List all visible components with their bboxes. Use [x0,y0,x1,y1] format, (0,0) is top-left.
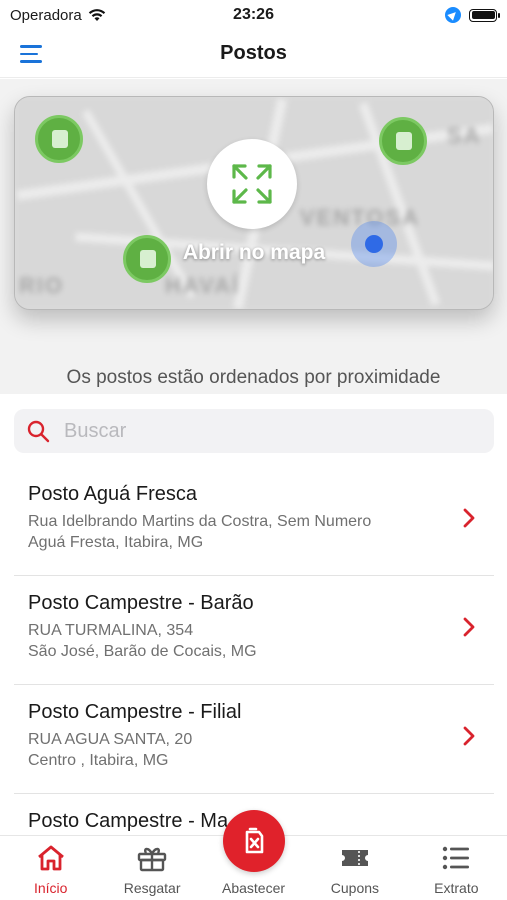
tab-label: Abastecer [221,880,286,896]
map-label-sa: SA [447,123,482,148]
search-placeholder: Buscar [64,419,127,442]
expand-arrows-icon [232,164,272,204]
location-arrow-icon [445,7,461,23]
navigation-bar: Postos [0,30,507,78]
station-address-line1: RUA AGUA SANTA, 20 [28,731,193,748]
open-map-label[interactable]: Abrir no mapa [15,241,493,265]
page-title: Postos [220,42,287,64]
station-map-pin [35,115,83,163]
station-name: Posto Campestre - Ma [28,810,229,832]
station-map-pin [379,117,427,165]
tab-label: Início [33,880,68,896]
chevron-right-icon [463,726,475,746]
status-left: Operadora [10,7,106,24]
chevron-right-icon [463,508,475,528]
tab-cupons[interactable]: Cupons [304,836,405,900]
station-address-line1: Rua Idelbrando Martins da Costra, Sem Nu… [28,513,372,530]
hamburger-menu-icon[interactable] [20,42,46,66]
list-icon [443,846,470,870]
status-bar: Operadora 23:26 [0,0,507,30]
station-name: Posto Aguá Fresca [28,483,197,505]
ticket-icon [341,850,368,866]
status-right [445,7,500,23]
search-input[interactable]: Buscar [14,409,494,453]
map-preview[interactable]: VENTOSA HAVAÍ RIO SA Abrir no mapa [14,96,494,310]
station-address-line2: Centro , Itabira, MG [28,752,169,769]
fuel-pump-button[interactable] [223,810,285,872]
wifi-icon [88,9,105,21]
battery-icon [469,8,500,22]
tab-resgatar[interactable]: Resgatar [101,836,202,900]
tab-inicio[interactable]: Início [0,836,101,900]
tab-label: Cupons [330,880,380,896]
list-item[interactable]: Posto Campestre - Filial RUA AGUA SANTA,… [14,685,494,794]
status-time: 23:26 [233,6,274,23]
station-address-line2: São José, Barão de Cocais, MG [28,643,257,660]
carrier-name: Operadora [10,6,82,24]
station-address-line2: Aguá Fresta, Itabira, MG [28,534,204,551]
gift-icon [137,847,167,872]
map-label-rio: RIO [19,273,65,298]
list-item[interactable]: Posto Aguá Fresca Rua Idelbrando Martins… [14,467,494,576]
search-icon [27,420,50,443]
station-name: Posto Campestre - Filial [28,701,242,723]
chevron-right-icon [463,617,475,637]
tab-label: Resgatar [123,880,181,896]
expand-map-button[interactable] [207,139,297,229]
station-name: Posto Campestre - Barão [28,592,254,614]
list-item[interactable]: Posto Campestre - Barão RUA TURMALINA, 3… [14,576,494,685]
fuel-pump-icon [245,827,264,854]
home-icon [37,845,64,871]
map-label-havai: HAVAÍ [165,273,241,298]
tab-label: Extrato [434,880,479,896]
station-address-line1: RUA TURMALINA, 354 [28,622,194,639]
sort-hint-text: Os postos estão ordenados por proximidad… [66,367,441,388]
tab-extrato[interactable]: Extrato [406,836,507,900]
